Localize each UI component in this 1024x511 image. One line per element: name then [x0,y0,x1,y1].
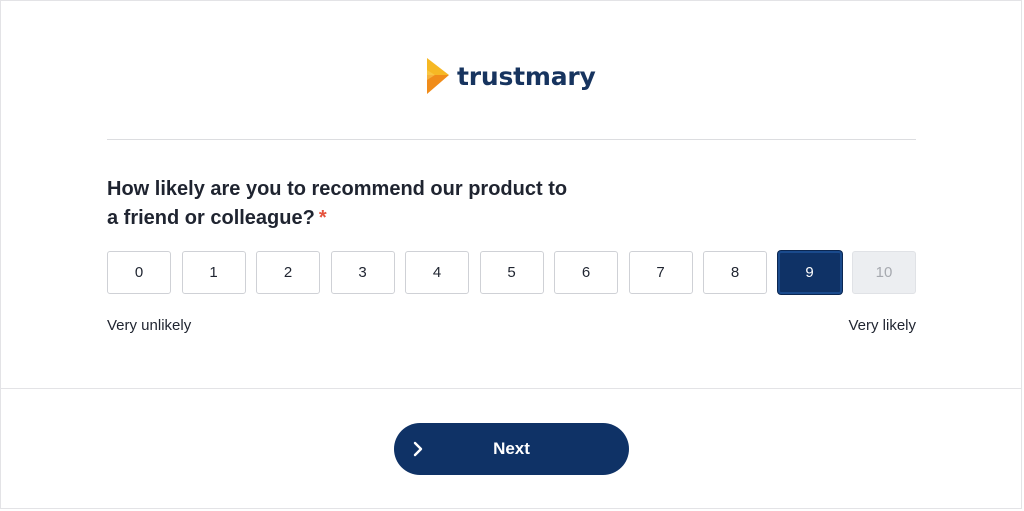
question-text: How likely are you to recommend our prod… [107,178,568,229]
question-title: How likely are you to recommend our prod… [107,175,577,233]
score-option-5[interactable]: 5 [479,251,544,294]
brand-name: trustmary [457,61,596,91]
footer-divider [0,388,1022,389]
score-option-1[interactable]: 1 [181,251,246,294]
required-marker: * [318,207,327,229]
header-divider [107,139,916,140]
score-option-0[interactable]: 0 [107,251,171,294]
scale-low-label: Very unlikely [107,317,192,334]
trustmary-logo-icon [427,58,449,94]
score-option-4[interactable]: 4 [405,251,469,294]
score-option-2[interactable]: 2 [256,251,320,294]
score-option-10: 10 [852,251,916,294]
next-button-label: Next [493,439,530,458]
scale-high-label: Very likely [848,317,916,334]
score-option-3[interactable]: 3 [330,251,395,294]
brand-logo: trustmary [425,54,596,98]
score-option-9[interactable]: 9 [777,251,842,294]
score-option-6[interactable]: 6 [554,251,618,294]
score-option-8[interactable]: 8 [703,251,767,294]
score-option-7[interactable]: 7 [628,251,693,294]
nps-scale: 0 1 2 3 4 5 6 7 8 9 10 [107,251,916,294]
next-button[interactable]: Next [394,423,629,475]
